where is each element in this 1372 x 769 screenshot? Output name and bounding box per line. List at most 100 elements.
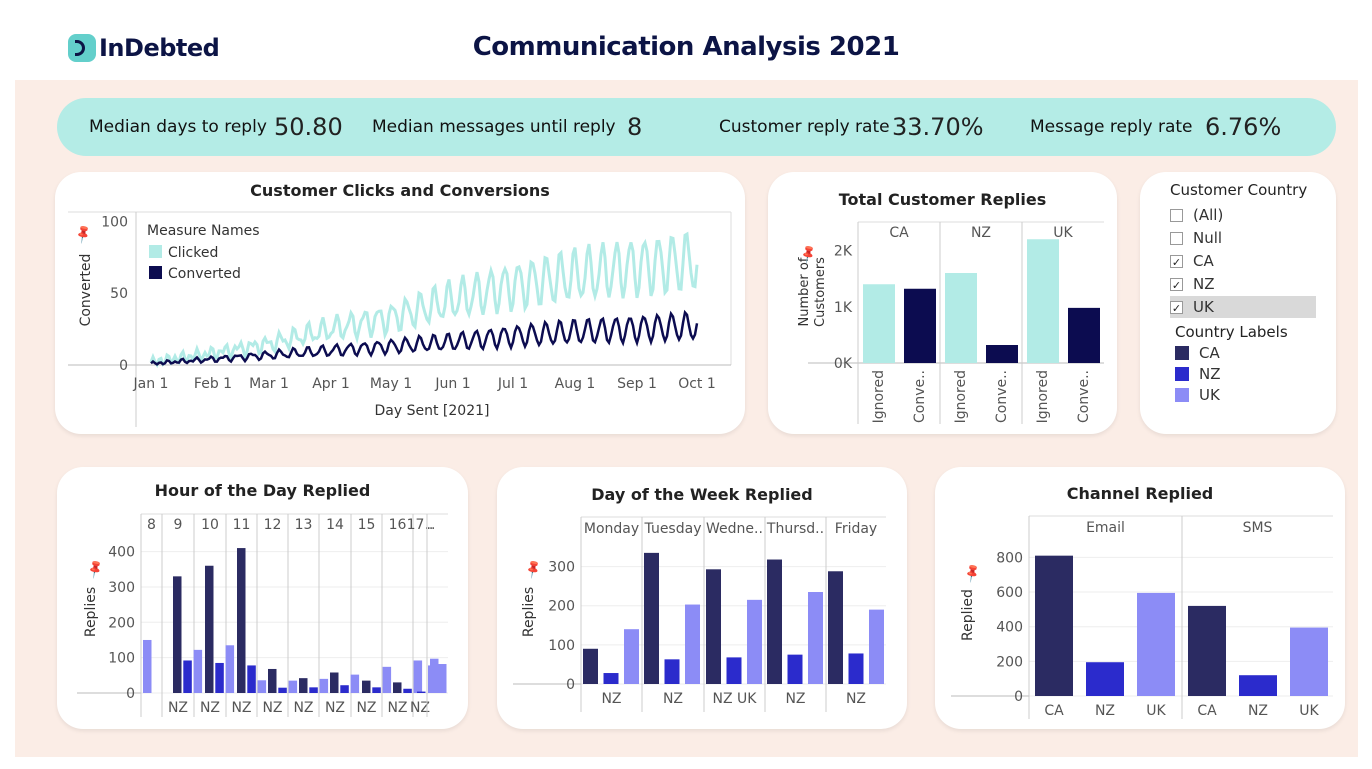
bar-ca-email bbox=[1035, 555, 1073, 696]
bar-uk-3 bbox=[808, 592, 823, 684]
channel-replied-chart[interactable]: 0 200 400 600 800 Replied 📌 Email CA NZ UK SMS CA NZ U… bbox=[935, 467, 1345, 729]
x-tick-label: Mar 1 bbox=[249, 376, 289, 392]
x-tick-label: Oct 1 bbox=[678, 376, 716, 392]
bar-uk-email bbox=[1137, 592, 1175, 696]
bar-uk-15 bbox=[382, 666, 392, 693]
bar-converted-nz bbox=[986, 345, 1018, 363]
filter-item-all[interactable]: (All) bbox=[1170, 204, 1316, 226]
group-label: Thursd.. bbox=[766, 521, 824, 537]
bar-ca-9 bbox=[173, 576, 182, 693]
x-tick-label: Ignored bbox=[953, 370, 969, 423]
bar-nz-11 bbox=[247, 665, 256, 693]
x-tick-label: UK bbox=[1299, 703, 1319, 719]
filter-item-label: Null bbox=[1193, 229, 1223, 247]
group-label: 12 bbox=[264, 517, 282, 533]
pin-icon: 📌 bbox=[72, 222, 95, 245]
y-axis-label: Number of bbox=[797, 257, 812, 326]
x-tick-label: NZ bbox=[325, 700, 345, 716]
clicks-conversions-chart[interactable]: 0 50 100 Converted 📌 Jan 1 Feb 1 Mar 1 Apr 1 May … bbox=[55, 172, 745, 434]
legend-item-ca[interactable]: CA bbox=[1175, 342, 1321, 364]
bar-ca-11 bbox=[237, 548, 246, 693]
filter-item-uk[interactable]: ✓ UK bbox=[1170, 296, 1316, 318]
bar-nz-15 bbox=[372, 687, 381, 693]
bar-nz-2 bbox=[726, 657, 742, 684]
bar-ca-1 bbox=[644, 552, 659, 684]
y-tick-label: 100 bbox=[108, 651, 135, 667]
dashboard-title: Communication Analysis 2021 bbox=[472, 32, 900, 62]
group-label: Wedne.. bbox=[706, 521, 763, 537]
bar-ca-12 bbox=[268, 668, 277, 693]
y-tick-label: 300 bbox=[108, 580, 135, 596]
bar-ca-0 bbox=[583, 648, 598, 684]
day-replied-card: Day of the Week Replied 0 100 200 300 Replie… bbox=[497, 467, 907, 729]
x-tick-label: NZ bbox=[168, 700, 188, 716]
y-tick-label: 100 bbox=[101, 214, 128, 230]
bar-ca-15 bbox=[362, 680, 371, 693]
bar-uk-12 bbox=[288, 680, 298, 693]
bar-uk-extra bbox=[438, 664, 447, 693]
x-tick-label: CA bbox=[1044, 703, 1064, 719]
bar-ca-2 bbox=[706, 569, 721, 684]
total-replies-card: Total Customer Replies 0K 1K 2K Number of Cu… bbox=[768, 172, 1117, 434]
group-label: CA bbox=[889, 225, 909, 241]
y-tick-label: 2K bbox=[834, 244, 853, 260]
bar-ca-13 bbox=[299, 678, 308, 693]
bar-nz-10 bbox=[215, 662, 224, 693]
x-tick-label: Conve.. bbox=[994, 370, 1010, 423]
y-tick-label: 400 bbox=[108, 545, 135, 561]
x-tick-label: Aug 1 bbox=[555, 376, 596, 392]
bar-nz-email bbox=[1086, 662, 1124, 696]
bar-ignored-uk bbox=[1027, 239, 1059, 363]
bar-uk-14 bbox=[350, 674, 360, 693]
y-tick-label: 0 bbox=[1014, 689, 1023, 705]
bar-nz-1 bbox=[664, 659, 680, 684]
y-axis-label: Converted bbox=[78, 254, 94, 327]
x-tick-label: Conve.. bbox=[912, 370, 928, 423]
bar-uk-1 bbox=[685, 604, 700, 684]
x-tick-label: Feb 1 bbox=[194, 376, 232, 392]
kpi-value-customer-reply-rate: 33.70% bbox=[892, 113, 984, 141]
group-label: 10 bbox=[201, 517, 219, 533]
filter-item-nz[interactable]: ✓ NZ bbox=[1170, 273, 1316, 295]
y-axis-label: Replied bbox=[960, 589, 976, 641]
group-label: 9 bbox=[174, 517, 183, 533]
checkbox-checked-icon[interactable]: ✓ bbox=[1170, 277, 1183, 292]
y-tick-label: 0 bbox=[126, 686, 135, 702]
channel-replied-card: Channel Replied 0 200 400 600 800 Replied 📌 Ema… bbox=[935, 467, 1345, 729]
bar-uk-16 bbox=[413, 660, 423, 693]
y-tick-label: 800 bbox=[996, 550, 1023, 566]
group-label: .. bbox=[427, 517, 436, 533]
kpi-value-median-messages: 8 bbox=[627, 113, 643, 141]
group-label: 15 bbox=[358, 517, 376, 533]
bar-nz-3 bbox=[787, 654, 803, 684]
pin-icon: 📌 bbox=[522, 557, 545, 580]
series-line-converted bbox=[150, 309, 699, 366]
y-tick-label: 200 bbox=[108, 615, 135, 631]
bar-uk-sms bbox=[1290, 627, 1328, 696]
legend-label: UK bbox=[1199, 386, 1220, 404]
y-axis-label: Replies bbox=[83, 587, 99, 637]
hour-replied-chart[interactable]: 0 100 200 300 400 Replies 📌 8 9 NZ 10 NZ 11 NZ 12 NZ 13 N… bbox=[57, 467, 468, 729]
day-replied-chart[interactable]: 0 100 200 300 Replies 📌 Monday NZ Tuesday NZ Wedne… bbox=[497, 467, 907, 729]
filter-item-null[interactable]: Null bbox=[1170, 227, 1316, 249]
legend-item-nz[interactable]: NZ bbox=[1175, 363, 1321, 385]
checkbox-icon[interactable] bbox=[1170, 208, 1183, 222]
x-tick-label: Jul 1 bbox=[497, 376, 528, 392]
kpi-label-message-reply-rate: Message reply rate bbox=[1030, 117, 1193, 137]
x-tick-label: NZ bbox=[231, 700, 251, 716]
x-tick-label: Ignored bbox=[1035, 370, 1051, 423]
checkbox-checked-icon[interactable]: ✓ bbox=[1170, 254, 1183, 269]
legend-item-uk[interactable]: UK bbox=[1175, 384, 1321, 406]
group-label: UK bbox=[1053, 225, 1073, 241]
filter-item-ca[interactable]: ✓ CA bbox=[1170, 250, 1316, 272]
checkbox-checked-icon[interactable]: ✓ bbox=[1170, 300, 1183, 315]
legend-label: Clicked bbox=[168, 245, 218, 261]
checkbox-icon[interactable] bbox=[1170, 231, 1183, 245]
x-tick-label: May 1 bbox=[370, 376, 412, 392]
legend-swatch bbox=[149, 266, 162, 279]
total-replies-chart[interactable]: 0K1K2KNumber of Customers📌CAIgnored Conve.… bbox=[768, 172, 1117, 434]
x-tick-label: NZ bbox=[200, 700, 220, 716]
y-tick-label: 0K bbox=[834, 356, 853, 372]
x-tick-label: Ignored bbox=[871, 370, 887, 423]
y-tick-label: 1K bbox=[834, 300, 853, 316]
